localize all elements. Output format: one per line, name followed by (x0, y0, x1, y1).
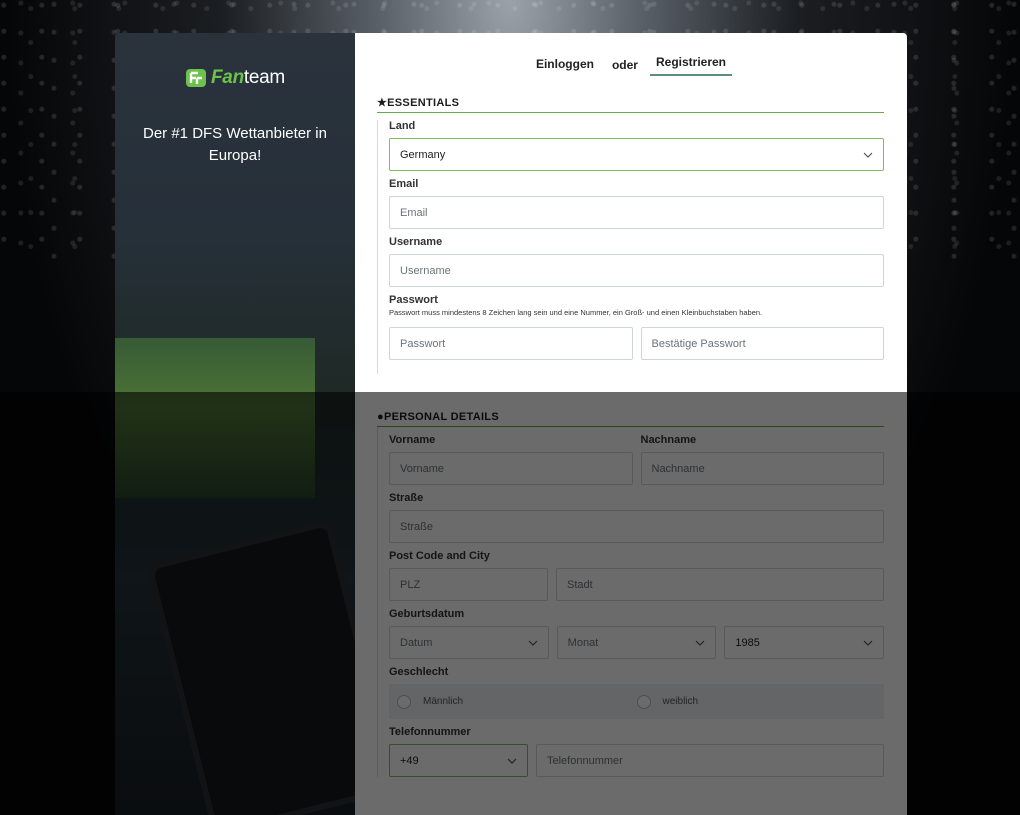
name-row: Vorname Nachname (389, 452, 884, 485)
city-input[interactable]: Stadt (556, 568, 884, 601)
country-label: Land (389, 120, 416, 132)
background-tv-screen (115, 338, 315, 498)
tagline: Der #1 DFS Wettanbieter in Europa! (143, 125, 327, 164)
tabs-or-text: oder (611, 58, 638, 72)
username-label: Username (389, 236, 443, 248)
confirm-password-input[interactable]: Bestätige Passwort (640, 327, 884, 360)
chevron-down-icon (695, 640, 705, 646)
auth-tabs: Einloggen oder Registrieren (355, 53, 907, 76)
city-placeholder: Stadt (567, 578, 593, 591)
tab-login[interactable]: Einloggen (530, 55, 600, 76)
radio-female[interactable] (636, 694, 651, 709)
lastname-label: Nachname (640, 434, 697, 446)
essentials-section: ★ESSENTIALS Land Germany Email Email Use… (377, 96, 884, 374)
gender-female-label: weiblich (662, 696, 699, 707)
confirm-password-placeholder: Bestätige Passwort (651, 337, 746, 350)
fanteam-logo[interactable]: Fanteam (185, 67, 285, 89)
street-label: Straße (389, 492, 424, 504)
brand-panel: Fanteam Der #1 DFS Wettanbieter in Europ… (115, 33, 355, 815)
password-placeholder: Passwort (400, 337, 446, 350)
year-select[interactable]: 1985 (724, 626, 885, 659)
password-label: Passwort (389, 294, 438, 306)
essentials-body: Land Germany Email Email Username Userna… (377, 120, 884, 374)
tab-register[interactable]: Registrieren (649, 53, 733, 76)
logo-text-team: team (243, 67, 285, 88)
birthdate-row: Datum Monat 1985 (389, 626, 885, 659)
phone-code-value: +49 (400, 754, 419, 767)
password-row: Passwort Bestätige Passwort (389, 327, 884, 360)
month-select[interactable]: Monat (556, 626, 717, 659)
password-input[interactable]: Passwort (389, 327, 633, 360)
phone-code-select[interactable]: +49 (389, 744, 528, 777)
personal-title: ●PERSONAL DETAILS (377, 411, 884, 427)
chevron-down-icon (528, 640, 538, 646)
essentials-title: ★ESSENTIALS (377, 96, 884, 113)
email-label: Email (389, 178, 419, 190)
gender-options: Männlich weiblich (389, 684, 884, 719)
fanteam-logo-icon (186, 69, 206, 87)
phone-row: +49 Telefonnummer (389, 744, 884, 777)
plz-input[interactable]: PLZ (389, 568, 548, 601)
username-placeholder: Username (400, 264, 451, 277)
country-select[interactable]: Germany (389, 138, 884, 171)
email-placeholder: Email (400, 206, 428, 219)
phone-placeholder: Telefonnummer (547, 754, 623, 767)
email-input[interactable]: Email (389, 196, 884, 229)
day-placeholder: Datum (400, 636, 433, 649)
firstname-label: Vorname (389, 434, 436, 446)
gender-male[interactable]: Männlich (397, 694, 637, 709)
postcode-label: Post Code and City (389, 550, 490, 562)
lastname-placeholder: Nachname (651, 462, 705, 475)
registration-card: Fanteam Der #1 DFS Wettanbieter in Europ… (115, 33, 907, 815)
chevron-down-icon (863, 640, 873, 646)
year-value: 1985 (735, 636, 760, 649)
personal-body: Vorname Nachname Vorname Nachname Straße… (377, 427, 885, 777)
password-hint: Passwort muss mindestens 8 Zeichen lang … (389, 308, 763, 317)
country-value: Germany (400, 148, 446, 161)
gender-female[interactable]: weiblich (636, 694, 877, 709)
phone-input[interactable]: Telefonnummer (536, 744, 884, 777)
birthdate-label: Geburtsdatum (389, 608, 465, 620)
month-placeholder: Monat (567, 636, 599, 649)
essentials-spacer (389, 360, 884, 374)
street-placeholder: Straße (400, 520, 434, 533)
personal-title-text: PERSONAL DETAILS (383, 411, 499, 423)
gender-label: Geschlecht (389, 666, 449, 678)
phone-label: Telefonnummer (389, 726, 471, 738)
background-tablet (145, 519, 355, 815)
radio-male[interactable] (397, 694, 411, 709)
personal-section: ●PERSONAL DETAILS Vorname Nachname Vorna… (377, 411, 885, 777)
username-input[interactable]: Username (389, 254, 884, 287)
logo-text-fan: Fan (211, 67, 244, 88)
chevron-down-icon (507, 758, 517, 764)
lastname-input[interactable]: Nachname (640, 452, 884, 485)
plz-placeholder: PLZ (400, 578, 421, 591)
gender-male-label: Männlich (423, 696, 464, 707)
form-panel: Einloggen oder Registrieren ★ESSENTIALS … (355, 33, 907, 815)
name-labels: Vorname Nachname (389, 427, 884, 452)
day-select[interactable]: Datum (389, 626, 549, 659)
firstname-placeholder: Vorname (400, 462, 445, 475)
street-input[interactable]: Straße (389, 510, 884, 543)
firstname-input[interactable]: Vorname (389, 452, 633, 485)
logo-text: Fanteam (211, 67, 285, 89)
postcode-row: PLZ Stadt (389, 568, 884, 601)
user-circle-icon: ● (377, 411, 384, 423)
chevron-down-icon (863, 152, 873, 158)
